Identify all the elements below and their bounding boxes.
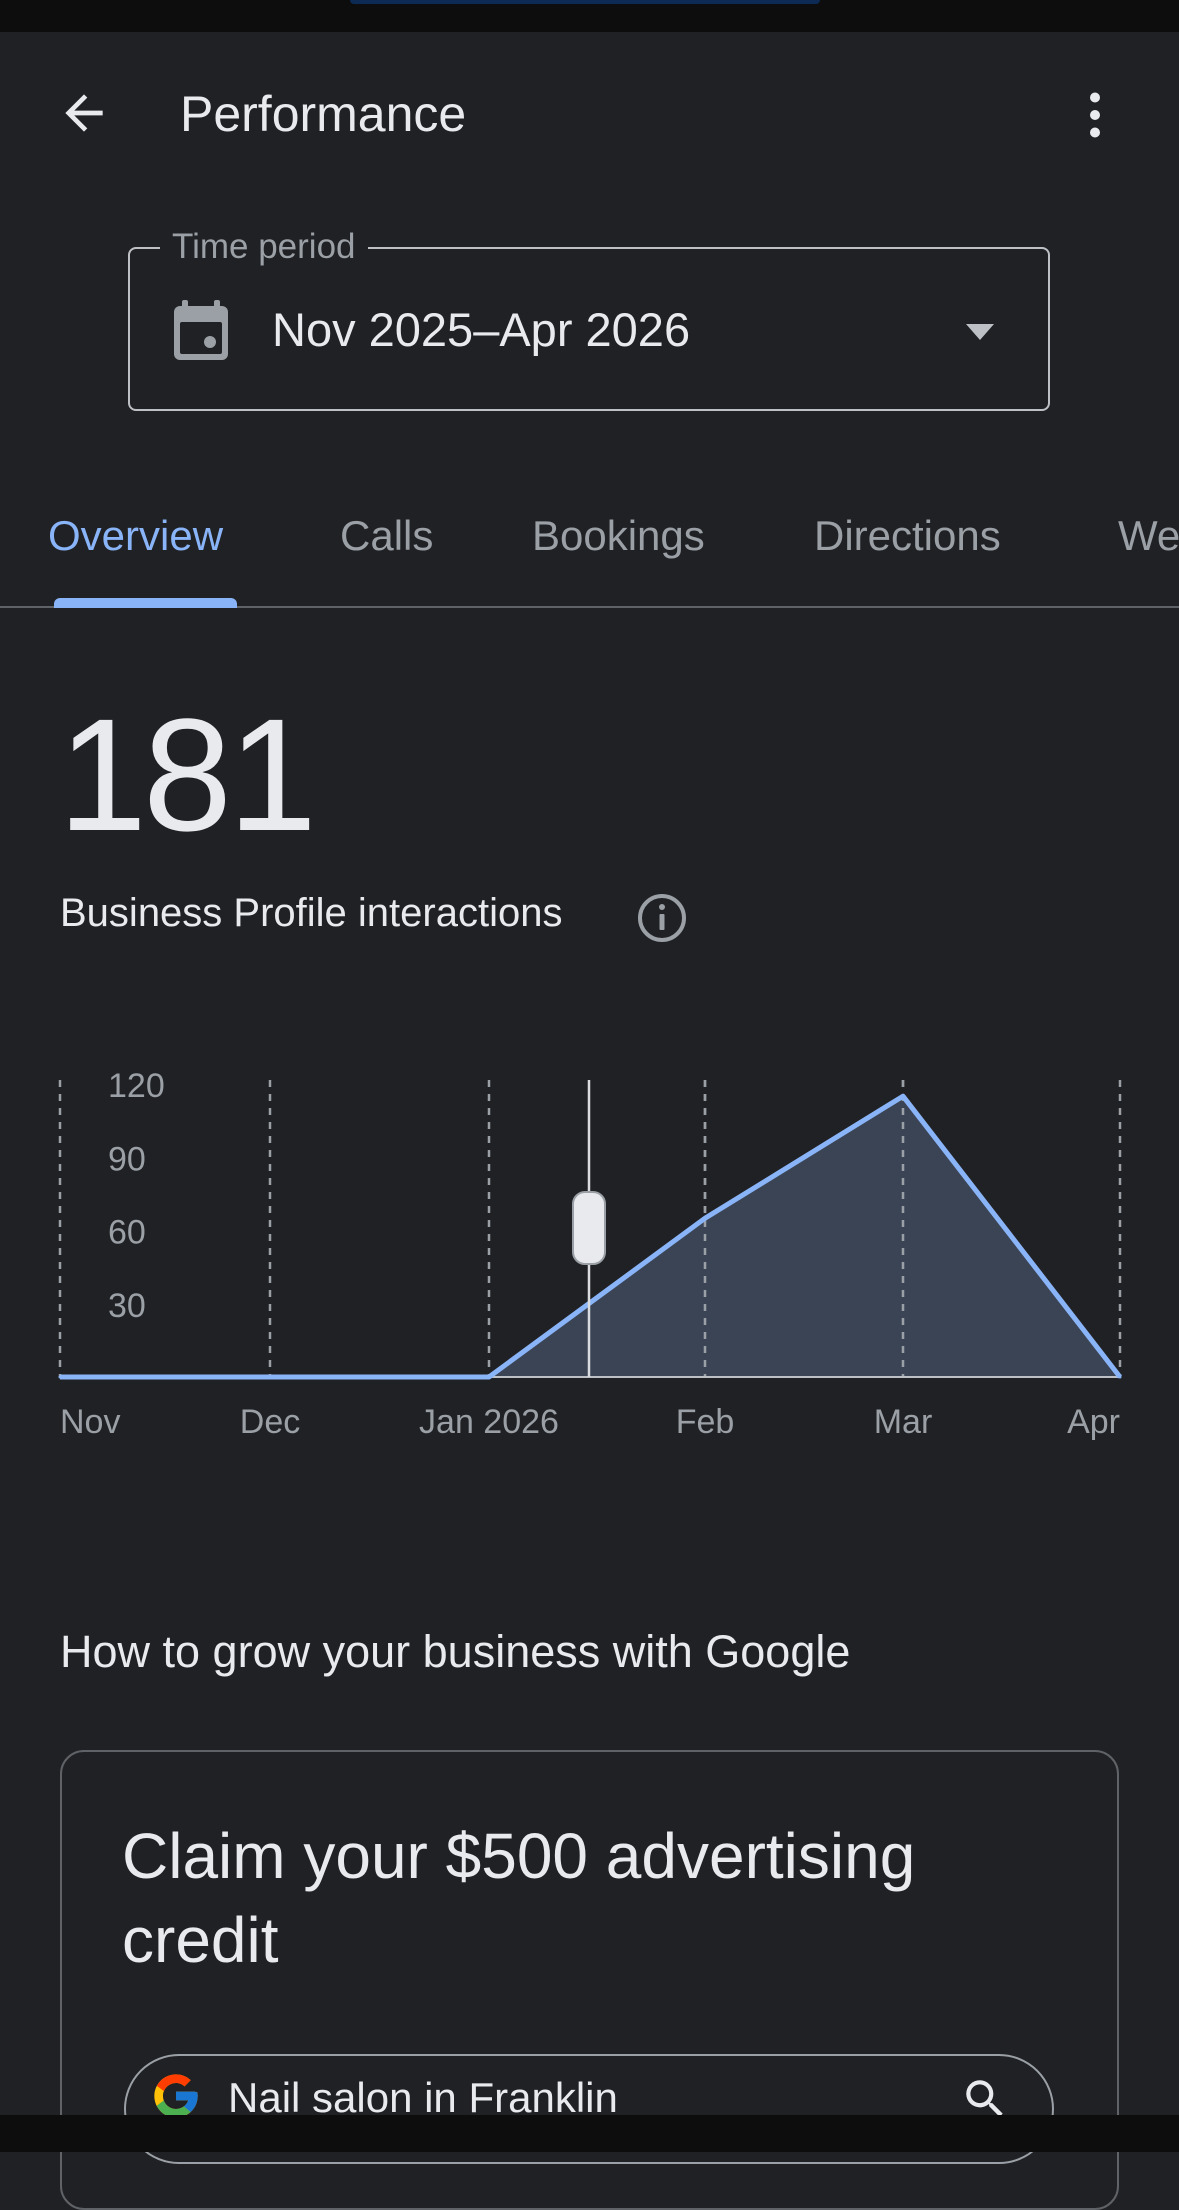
arrow-back-icon xyxy=(65,94,103,132)
x-tick-label: Apr xyxy=(1067,1403,1120,1441)
data-point xyxy=(1118,1375,1122,1379)
x-tick-label: Mar xyxy=(874,1403,933,1441)
navigation-bar xyxy=(0,2115,1179,2152)
more-vert-icon xyxy=(1090,92,1100,138)
interactions-count: 181 xyxy=(58,685,317,864)
x-tick-label: Dec xyxy=(240,1403,300,1441)
page-title: Performance xyxy=(180,86,467,142)
tab-overview[interactable]: Overview xyxy=(48,510,223,562)
info-icon[interactable] xyxy=(636,892,688,944)
calendar-icon xyxy=(174,300,228,360)
data-point xyxy=(58,1375,62,1379)
y-tick-label: 30 xyxy=(108,1287,146,1325)
scrubber-handle[interactable] xyxy=(572,1191,606,1265)
x-tick-label: Feb xyxy=(676,1403,735,1441)
tab-bookings[interactable]: Bookings xyxy=(532,510,705,562)
camera-notch xyxy=(350,0,820,4)
interactions-label: Business Profile interactions xyxy=(60,891,563,935)
y-tick-label: 60 xyxy=(108,1214,146,1252)
data-point xyxy=(703,1216,707,1220)
interactions-chart: 120 90 60 30 Nov Dec Jan 2026 Feb Mar Apr xyxy=(58,1067,1122,1441)
tab-bar: Overview Calls Bookings Directions We xyxy=(0,490,1179,608)
y-tick-label: 90 xyxy=(108,1140,146,1178)
time-period-value: Nov 2025–Apr 2026 xyxy=(272,303,691,356)
back-button[interactable] xyxy=(44,78,124,148)
time-period-label: Time period xyxy=(160,226,368,268)
arrow-drop-down-icon xyxy=(966,324,994,340)
x-tick-label: Nov xyxy=(60,1403,120,1441)
section-title: How to grow your business with Google xyxy=(60,1626,851,1677)
tab-calls[interactable]: Calls xyxy=(340,510,433,562)
status-bar xyxy=(0,0,1179,32)
more-options-button[interactable] xyxy=(1060,80,1130,150)
promo-card-title: Claim your $500 advertising credit xyxy=(122,1820,916,1976)
data-point xyxy=(268,1375,272,1379)
data-point xyxy=(487,1375,491,1379)
active-tab-indicator xyxy=(54,598,237,608)
x-tick-label: Jan 2026 xyxy=(419,1403,559,1441)
data-point xyxy=(901,1094,905,1098)
tab-directions[interactable]: Directions xyxy=(814,510,1001,562)
y-tick-label: 120 xyxy=(108,1067,165,1105)
tab-website[interactable]: We xyxy=(1118,510,1179,562)
